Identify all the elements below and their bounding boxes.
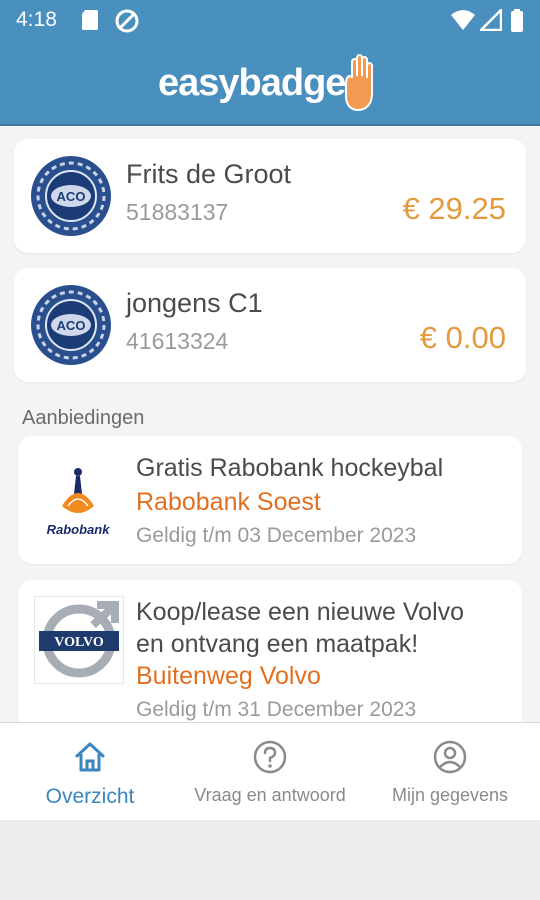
hand-icon — [345, 54, 373, 112]
member-balance: € 0.00 — [419, 320, 506, 355]
member-number: 51883137 — [126, 199, 229, 225]
nav-label: Mijn gegevens — [391, 785, 509, 805]
volvo-logo: VOLVO — [34, 596, 124, 684]
member-card[interactable]: ACO Frits de Groot 51883137 € 29.25 — [14, 139, 526, 253]
offer-title: Gratis Rabobank hockeybal — [136, 454, 444, 482]
sd-card-icon — [82, 10, 98, 30]
badge-text: ACO — [57, 189, 86, 204]
battery-icon — [511, 9, 523, 32]
member-balance: € 29.25 — [402, 191, 506, 226]
status-time: 4:18 — [16, 8, 57, 31]
badge-text: ACO — [57, 318, 86, 333]
nav-item-mijn-gegevens[interactable]: Mijn gegevens — [360, 723, 540, 820]
signal-icon — [480, 9, 502, 31]
logo-text: easybadge — [158, 62, 346, 104]
user-circle-icon — [433, 740, 467, 774]
offer-vendor: Rabobank Soest — [136, 488, 321, 516]
offer-valid-until: Geldig t/m 03 December 2023 — [136, 524, 417, 547]
rabobank-logo: Rabobank — [34, 454, 122, 542]
member-name: jongens C1 — [126, 288, 263, 318]
volvo-logo-icon: VOLVO — [39, 601, 119, 678]
nav-item-overzicht[interactable]: Overzicht — [0, 723, 180, 820]
offer-vendor: Buitenweg Volvo — [136, 662, 321, 690]
question-circle-icon — [253, 740, 287, 774]
wifi-icon — [451, 10, 475, 30]
app-header: 4:18 easybadge — [0, 0, 540, 126]
header-divider — [0, 124, 540, 126]
rabobank-logo-icon: Rabobank — [47, 468, 111, 537]
member-card[interactable]: ACO jongens C1 41613324 € 0.00 — [14, 268, 526, 382]
bottom-navigation: Overzicht Vraag en antwoord Mijn gegeven… — [0, 722, 540, 820]
nav-label: Overzicht — [45, 785, 135, 808]
offer-title-line-2: en ontvang een maatpak! — [136, 630, 419, 658]
member-name: Frits de Groot — [126, 159, 292, 189]
offer-card[interactable]: Rabobank Gratis Rabobank hockeybal Rabob… — [18, 436, 522, 564]
system-nav-area — [0, 820, 540, 900]
offer-title-line-1: Koop/lease een nieuwe Volvo — [136, 598, 465, 626]
volvo-logo-text: VOLVO — [54, 635, 104, 650]
blocked-circle-icon — [115, 9, 139, 33]
nav-item-vraag-en-antwoord[interactable]: Vraag en antwoord — [180, 723, 360, 820]
home-icon — [75, 742, 105, 772]
rabobank-logo-text: Rabobank — [47, 522, 111, 537]
nav-label: Vraag en antwoord — [194, 785, 346, 805]
offers-section-title: Aanbiedingen — [22, 407, 145, 429]
club-badge-icon: ACO — [31, 156, 111, 236]
easybadge-logo: easybadge — [150, 54, 390, 116]
club-badge-icon: ACO — [31, 285, 111, 365]
status-bar: 4:18 — [0, 0, 540, 40]
app-screen: 4:18 easybadge ACO Frits de Groot 518831… — [0, 0, 540, 820]
offer-valid-until: Geldig t/m 31 December 2023 — [136, 698, 417, 721]
member-number: 41613324 — [126, 328, 229, 354]
